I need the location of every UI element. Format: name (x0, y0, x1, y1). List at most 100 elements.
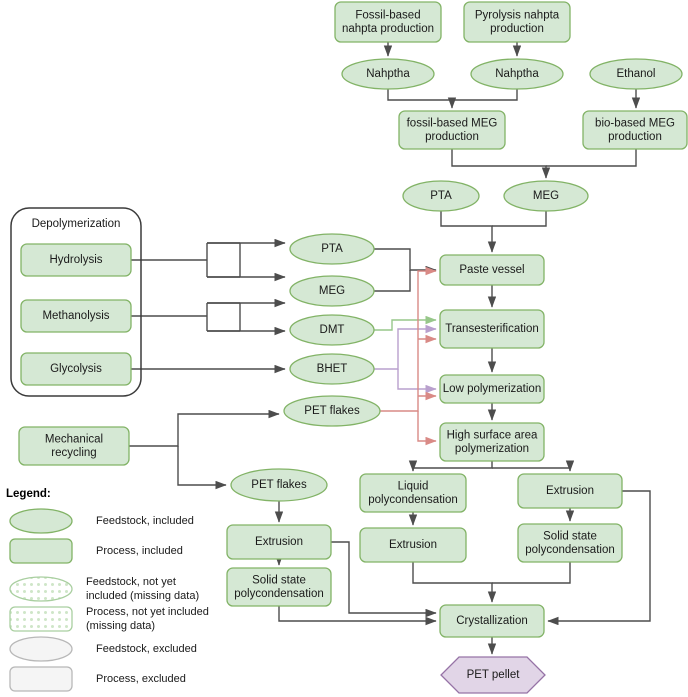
node-methanolysis[interactable]: Methanolysis (20, 299, 132, 333)
node-meg_mid[interactable]: MEG (289, 275, 375, 307)
legend-swatch-feedstock (9, 636, 73, 662)
legend-feedstock-included: Feedstock, included (9, 508, 194, 534)
flow-edge (412, 562, 497, 603)
legend-process-missing: Process, not yet included (missing data) (9, 606, 209, 632)
product-shape (440, 656, 546, 694)
legend-layer: Legend: Feedstock, included Process, inclu… (6, 488, 209, 692)
flow-edge (492, 460, 575, 472)
feedstock-shape (589, 58, 683, 90)
node-extrusion_mech[interactable]: Extrusion (226, 524, 332, 560)
process-shape (463, 1, 571, 43)
process-shape (226, 524, 332, 560)
flow-edge (397, 369, 437, 394)
process-shape (582, 110, 688, 150)
node-high_surface_polymerization[interactable]: High surface area polymerization (439, 422, 545, 462)
legend-swatch-process (9, 538, 73, 564)
legend-item-label: Process, included (96, 545, 183, 557)
node-fossil_meg_prod[interactable]: fossil-based MEG production (398, 110, 506, 150)
legend-swatch-process (9, 606, 73, 632)
flow-edge (492, 211, 547, 227)
feedstock-shape (230, 468, 328, 502)
flow-diagram-canvas: Depolymerization Fossil-based nahpta prod… (0, 0, 688, 697)
feedstock-shape (341, 58, 435, 90)
node-pet_flakes_mech[interactable]: PET flakes (230, 468, 328, 502)
flow-edge (207, 302, 241, 332)
legend-item-label: Process, excluded (96, 673, 186, 685)
feedstock-shape (402, 180, 480, 212)
node-bio_meg_prod[interactable]: bio-based MEG production (582, 110, 688, 150)
node-dmt[interactable]: DMT (289, 314, 375, 346)
feedstock-shape (289, 275, 375, 307)
feedstock-shape (289, 353, 375, 385)
legend-swatch-feedstock (9, 508, 73, 534)
legend-swatch-feedstock (9, 576, 73, 602)
flow-edge (207, 242, 241, 278)
process-shape (398, 110, 506, 150)
node-ssp_hsa[interactable]: Solid state polycondensation (517, 523, 623, 563)
node-pet_flakes_chem[interactable]: PET flakes (283, 395, 381, 427)
process-shape (439, 254, 545, 286)
legend-item-label: Process, not yet included (missing data) (86, 606, 209, 632)
node-glycolysis[interactable]: Glycolysis (20, 352, 132, 386)
legend-item-label: Feedstock, excluded (96, 643, 197, 655)
feedstock-shape (289, 314, 375, 346)
depolymerization-group-title: Depolymerization (32, 218, 121, 230)
node-liquid_polycondensation[interactable]: Liquid polycondensation (359, 473, 467, 513)
node-meg_top[interactable]: MEG (503, 180, 589, 212)
legend-item-label: Feedstock, included (96, 515, 194, 527)
process-shape (359, 473, 467, 513)
process-shape (439, 422, 545, 462)
process-shape (439, 374, 545, 404)
process-shape (20, 352, 132, 386)
flow-edge (374, 324, 437, 370)
flow-edge (417, 411, 437, 446)
flow-edge (380, 266, 437, 412)
flow-edge (452, 89, 518, 101)
node-ssp_mech[interactable]: Solid state polycondensation (226, 567, 332, 607)
node-pyrolysis_naphtha_prod[interactable]: Pyrolysis nahpta production (463, 1, 571, 43)
flow-edge (177, 446, 227, 490)
node-extrusion_hsa[interactable]: Extrusion (517, 473, 623, 509)
node-crystallization[interactable]: Crystallization (439, 604, 545, 638)
feedstock-shape (503, 180, 589, 212)
node-ethanol[interactable]: Ethanol (589, 58, 683, 90)
process-shape (20, 299, 132, 333)
feedstock-shape (470, 58, 564, 90)
flow-edge (451, 149, 551, 179)
flow-edge (546, 149, 637, 167)
node-extrusion_liquid[interactable]: Extrusion (359, 527, 467, 563)
node-low_polymerization[interactable]: Low polymerization (439, 374, 545, 404)
flow-edge (408, 460, 493, 472)
process-shape (226, 567, 332, 607)
legend-item-label: Feedstock, not yet included (missing data… (86, 576, 199, 602)
process-shape (359, 527, 467, 563)
legend-process-excluded: Process, excluded (9, 666, 186, 692)
process-shape (517, 523, 623, 563)
node-bhet[interactable]: BHET (289, 353, 375, 385)
node-naphtha_fossil[interactable]: Nahptha (341, 58, 435, 90)
node-hydrolysis[interactable]: Hydrolysis (20, 243, 132, 277)
process-shape (439, 604, 545, 638)
process-shape (18, 426, 130, 466)
node-naphtha_pyro[interactable]: Nahptha (470, 58, 564, 90)
node-pta_mid[interactable]: PTA (289, 233, 375, 265)
legend-feedstock-missing: Feedstock, not yet included (missing data… (9, 576, 199, 602)
node-paste_vessel[interactable]: Paste vessel (439, 254, 545, 286)
process-shape (20, 243, 132, 277)
flow-diagram-svg: Depolymerization Fossil-based nahpta prod… (6, 1, 688, 694)
flow-edge (129, 409, 280, 447)
node-pta_top[interactable]: PTA (402, 180, 480, 212)
flow-edge (492, 562, 571, 584)
process-shape (439, 309, 545, 349)
process-shape (517, 473, 623, 509)
node-fossil_naphtha_prod[interactable]: Fossil-based nahpta production (334, 1, 442, 43)
feedstock-shape (283, 395, 381, 427)
legend-swatch-process (9, 666, 73, 692)
feedstock-shape (289, 233, 375, 265)
flow-edge (440, 211, 497, 253)
process-shape (334, 1, 442, 43)
node-mechanical_recycling[interactable]: Mechanical recycling (18, 426, 130, 466)
node-pet_pellet[interactable]: PET pellet (440, 656, 546, 694)
legend-title: Legend: (6, 488, 51, 500)
node-transesterification[interactable]: Transesterification (439, 309, 545, 349)
